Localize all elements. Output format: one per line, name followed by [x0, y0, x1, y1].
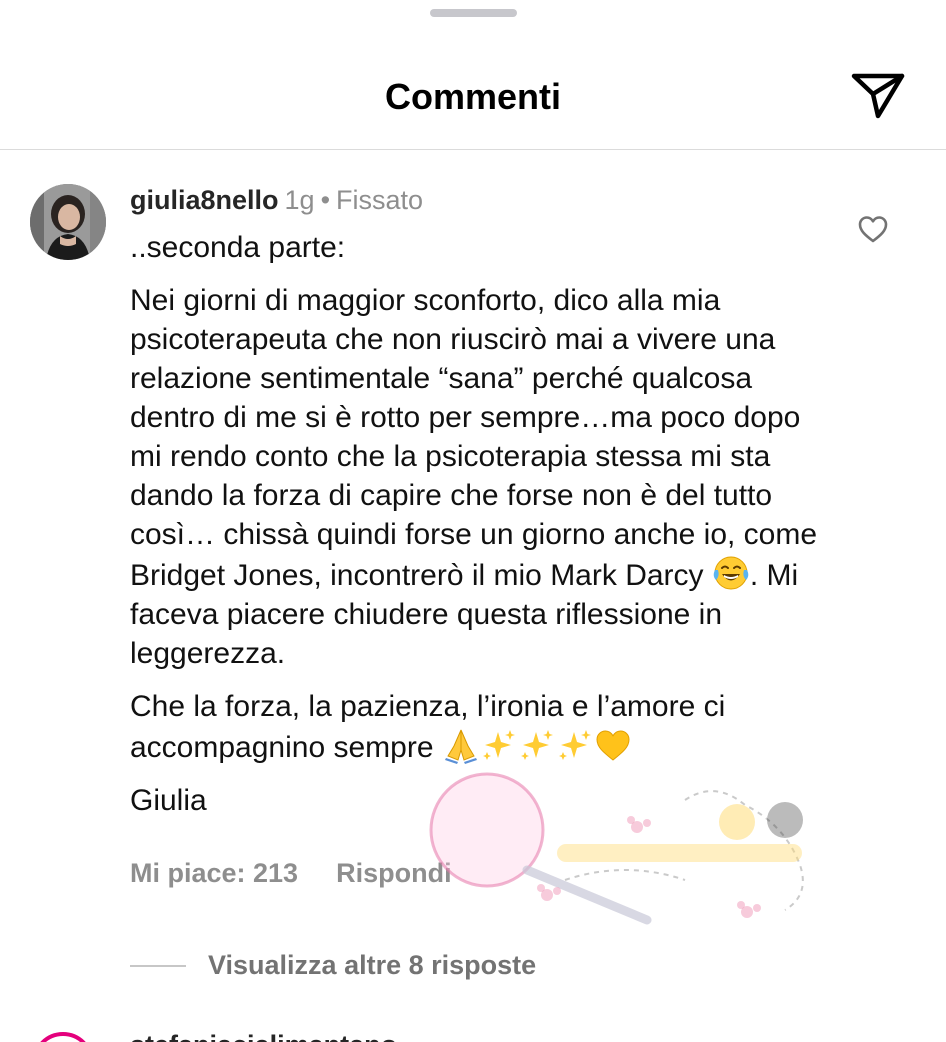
yellow-heart-emoji-icon: [596, 730, 630, 761]
comment-intro: ..seconda parte:: [130, 231, 346, 264]
sheet-grabber[interactable]: [430, 9, 517, 17]
sparkles-emoji-icon: [520, 730, 553, 760]
next-comment-username[interactable]: stefaniacialimantano: [130, 1030, 400, 1042]
comment-meta: giulia8nello 1g • Fissato: [130, 184, 423, 216]
page-title: Commenti: [384, 76, 561, 117]
comment-paragraph-2-emojis: [442, 729, 632, 764]
meta-separator: •: [320, 185, 331, 215]
comment-item: giulia8nello 1g • Fissato ..seconda parte: …: [0, 150, 946, 1010]
comment-paragraph-2-text: Che la forza, la pazienza, l’ironia e l’…: [130, 690, 726, 764]
sparkles-emoji-icon: [558, 730, 591, 760]
replies-divider-line: [130, 964, 186, 967]
pinned-label: Fissato: [336, 185, 424, 215]
comment-username[interactable]: giulia8nello: [130, 185, 279, 215]
view-more-replies-button[interactable]: Visualizza altre 8 risposte: [130, 950, 536, 981]
comment-body: ..seconda parte: Nei giorni di maggior s…: [130, 228, 830, 820]
profile-photo: [30, 184, 106, 260]
like-comment-button[interactable]: [856, 212, 890, 246]
sparkles-emoji-icon: [482, 730, 515, 760]
comments-header: Commenti: [0, 40, 946, 150]
share-button[interactable]: [846, 68, 910, 124]
comment-time: 1g: [284, 185, 315, 215]
comment-paragraph-2: Che la forza, la pazienza, l’ironia e l’…: [130, 687, 830, 767]
avatar[interactable]: [30, 184, 106, 260]
likes-count[interactable]: Mi piace: 213: [130, 858, 298, 888]
folded-hands-emoji-icon: [444, 729, 477, 764]
view-more-replies-label: Visualizza altre 8 risposte: [208, 950, 537, 980]
reply-button[interactable]: Rispondi: [336, 858, 452, 888]
comment-paragraph-1: Nei giorni di maggior sconforto, dico al…: [130, 281, 830, 673]
next-comment-avatar[interactable]: [32, 1032, 94, 1042]
laughing-tears-emoji-icon: [713, 556, 749, 590]
heart-outline-icon: [858, 216, 888, 243]
paper-plane-icon: [851, 73, 905, 119]
comment-actions: Mi piace: 213 Rispondi: [130, 858, 452, 889]
comment-paragraph-1-text: Nei giorni di maggior sconforto, dico al…: [130, 284, 818, 592]
comment-signature: Giulia: [130, 784, 207, 817]
